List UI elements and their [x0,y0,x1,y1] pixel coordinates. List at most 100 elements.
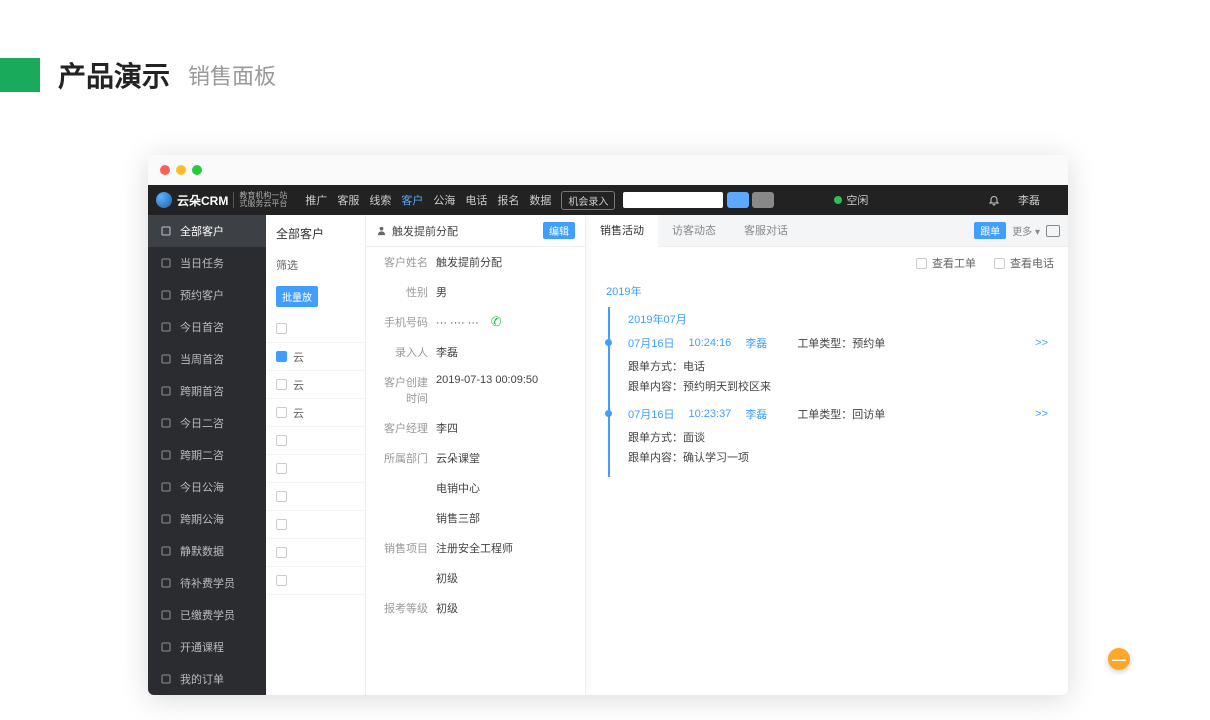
sidebar-label: 当日任务 [180,255,224,271]
search-input[interactable] [623,192,723,208]
expand-button[interactable]: >> [1035,408,1048,420]
sidebar-item[interactable]: 待补费学员 [148,567,266,599]
sidebar-item[interactable]: 跨期公海 [148,503,266,535]
sidebar-item[interactable]: 开通课程 [148,631,266,663]
list-row[interactable] [266,539,365,567]
view-call-checkbox[interactable]: 查看电话 [994,255,1054,271]
sidebar-item[interactable]: 当周首咨 [148,343,266,375]
call-hangup-button[interactable] [752,192,774,208]
activity-tabs: 销售活动访客动态客服对话 跟单 更多 ▾ [586,215,1068,247]
expand-button[interactable]: >> [1035,337,1048,349]
list-row[interactable]: 云 [266,399,365,427]
menu-item[interactable]: 数据 [529,192,551,208]
detail-value: 电销中心 [436,480,575,496]
menu-item[interactable]: 客户 [401,192,423,208]
app-window: 云朵CRM 教育机构一站 式服务云平台 推广客服线索客户公海电话报名数据 机会录… [148,155,1068,695]
sidebar-icon [160,641,172,653]
sidebar-item[interactable]: 已缴费学员 [148,599,266,631]
logo-tagline: 教育机构一站 式服务云平台 [233,192,287,209]
menu-item[interactable]: 报名 [497,192,519,208]
sidebar-icon [160,673,172,685]
activity-tab[interactable]: 客服对话 [730,215,802,247]
row-checkbox[interactable] [276,351,287,362]
titlebar [148,155,1068,185]
sidebar-icon [160,353,172,365]
menu-item[interactable]: 线索 [369,192,391,208]
sidebar-label: 待补费学员 [180,575,235,591]
sidebar-icon [160,289,172,301]
fab-minus-button[interactable]: — [1108,648,1130,670]
row-checkbox[interactable] [276,575,287,586]
sidebar-item[interactable]: 预约客户 [148,279,266,311]
activity-tab[interactable]: 访客动态 [658,215,730,247]
sidebar-item[interactable]: 全部客户 [148,215,266,247]
more-dropdown[interactable]: 更多 ▾ [1012,223,1040,238]
detail-row: 客户创建时间2019-07-13 00:09:50 [366,367,585,413]
detail-row: 客户经理李四 [366,413,585,443]
sidebar-item[interactable]: 今日二咨 [148,407,266,439]
menu-item[interactable]: 电话 [465,192,487,208]
maximize-dot[interactable] [192,165,202,175]
row-checkbox[interactable] [276,547,287,558]
entry-date: 07月16日 [628,406,674,422]
list-row[interactable] [266,511,365,539]
list-row[interactable] [266,483,365,511]
panel-toggle-icon[interactable] [1046,225,1060,237]
phone-icon[interactable]: ✆ [491,314,502,329]
entry-method: 跟单方式：电话 [628,356,1048,376]
list-row[interactable] [266,455,365,483]
row-checkbox[interactable] [276,491,287,502]
close-dot[interactable] [160,165,170,175]
filter-label[interactable]: 筛选 [266,252,365,278]
user-name[interactable]: 李磊 [1018,192,1040,208]
sidebar-icon [160,577,172,589]
timeline-dot [605,410,612,417]
row-checkbox[interactable] [276,407,287,418]
sidebar-label: 静默数据 [180,543,224,559]
menu-item[interactable]: 公海 [433,192,455,208]
sidebar-label: 跨期首咨 [180,383,224,399]
batch-button[interactable]: 批量放 [276,286,318,307]
row-checkbox[interactable] [276,463,287,474]
sidebar-item[interactable]: 跨期二咨 [148,439,266,471]
sidebar-icon [160,513,172,525]
detail-row: 报考等级初级 [366,593,585,623]
sidebar-item[interactable]: 当日任务 [148,247,266,279]
detail-label [376,570,436,586]
list-row[interactable] [266,567,365,595]
view-ticket-checkbox[interactable]: 查看工单 [916,255,976,271]
sidebar-item[interactable]: 今日首咨 [148,311,266,343]
row-checkbox[interactable] [276,519,287,530]
person-icon [376,225,387,236]
status-text[interactable]: 空闲 [846,192,868,208]
bell-icon[interactable] [988,194,1000,206]
minimize-dot[interactable] [176,165,186,175]
list-row[interactable] [266,427,365,455]
sidebar-item[interactable]: 静默数据 [148,535,266,567]
sidebar-icon [160,481,172,493]
timeline-month: 2019年07月 [608,307,1048,335]
row-checkbox[interactable] [276,435,287,446]
list-row[interactable] [266,315,365,343]
entry-time: 10:23:37 [688,408,731,420]
edit-button[interactable]: 编辑 [543,222,575,239]
row-checkbox[interactable] [276,379,287,390]
sidebar-item[interactable]: 我的订单 [148,663,266,695]
sidebar-icon [160,321,172,333]
track-button[interactable]: 跟单 [974,222,1006,239]
opportunity-entry-button[interactable]: 机会录入 [561,191,615,210]
menu-item[interactable]: 客服 [337,192,359,208]
list-row[interactable]: 云 [266,371,365,399]
checkbox-icon [994,258,1005,269]
call-accept-button[interactable] [727,192,749,208]
sidebar-icon [160,417,172,429]
sidebar-icon [160,609,172,621]
activity-tab[interactable]: 销售活动 [586,215,658,247]
detail-row: 初级 [366,563,585,593]
list-row[interactable]: 云 [266,343,365,371]
menu-item[interactable]: 推广 [305,192,327,208]
sidebar-item[interactable]: 今日公海 [148,471,266,503]
row-checkbox[interactable] [276,323,287,334]
sidebar-item[interactable]: 跨期首咨 [148,375,266,407]
detail-label [376,480,436,496]
